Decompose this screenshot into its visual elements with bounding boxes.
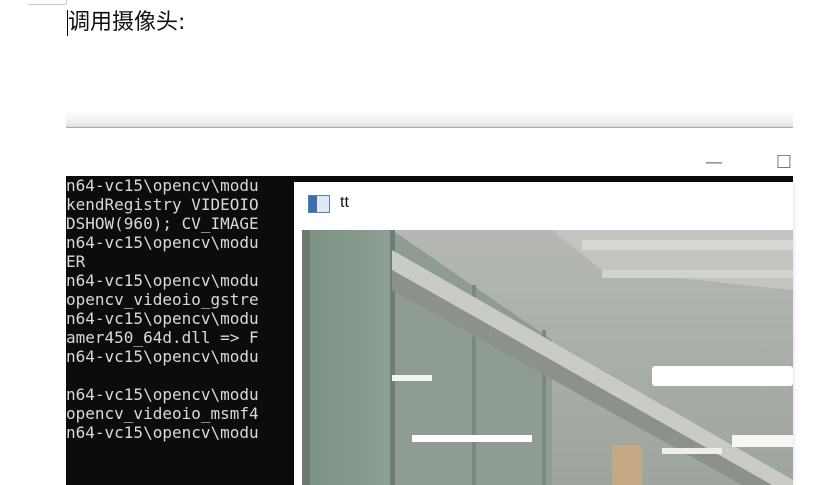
- console-line: n64-vc15\opencv\modu: [66, 309, 259, 328]
- minimize-button[interactable]: —: [694, 150, 734, 176]
- console-line: n64-vc15\opencv\modu: [66, 176, 259, 195]
- console-line: amer450_64d.dll => F: [66, 328, 259, 347]
- document-heading[interactable]: 调用摄像头:: [68, 8, 185, 38]
- console-line: ER: [66, 252, 86, 271]
- console-line: DSHOW(960); CV_IMAGE: [66, 214, 259, 233]
- maximize-button[interactable]: ☐: [764, 150, 793, 176]
- console-line: n64-vc15\opencv\modu: [66, 385, 259, 404]
- console-titlebar[interactable]: — ☐: [66, 128, 793, 176]
- camera-image: [302, 230, 793, 485]
- camera-frame: [302, 230, 793, 485]
- page-margin-corner: [28, 4, 66, 5]
- camera-window[interactable]: tt: [294, 182, 793, 485]
- console-line: n64-vc15\opencv\modu: [66, 423, 259, 442]
- camera-window-title: tt: [340, 194, 349, 211]
- page-margin-corner-vertical: [66, 0, 67, 4]
- console-line: n64-vc15\opencv\modu: [66, 271, 259, 290]
- console-line: n64-vc15\opencv\modu: [66, 347, 259, 366]
- camera-titlebar[interactable]: tt: [294, 182, 793, 230]
- console-line: kendRegistry VIDEOIO: [66, 195, 259, 214]
- console-line: n64-vc15\opencv\modu: [66, 233, 259, 252]
- window-top-edge: [66, 110, 793, 128]
- app-window-icon: [308, 195, 330, 213]
- console-line: opencv_videoio_gstre: [66, 290, 259, 309]
- console-line: opencv_videoio_msmf4: [66, 404, 259, 423]
